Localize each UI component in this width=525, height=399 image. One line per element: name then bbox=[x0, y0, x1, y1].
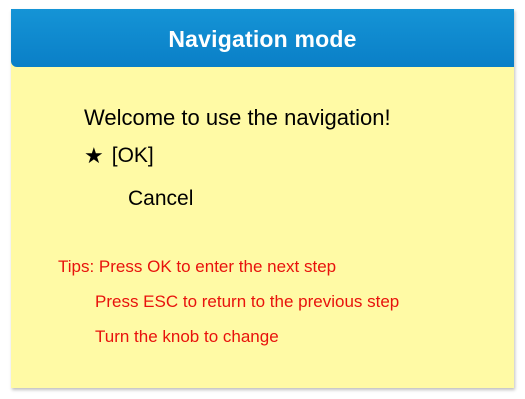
tip-line-ok: Tips: Press OK to enter the next step bbox=[58, 257, 337, 276]
tip-line-esc: Press ESC to return to the previous step bbox=[95, 292, 400, 311]
menu-item-ok-label: [OK] bbox=[111, 144, 154, 167]
menu-item-cancel-label: Cancel bbox=[128, 187, 194, 210]
menu-item-ok[interactable]: ★ [OK] bbox=[84, 144, 154, 168]
welcome-message: Welcome to use the navigation! bbox=[84, 105, 391, 130]
dialog-title: Navigation mode bbox=[168, 25, 357, 52]
dialog-header: Navigation mode bbox=[11, 9, 514, 67]
tip-line-knob: Turn the knob to change bbox=[95, 327, 279, 346]
star-icon: ★ bbox=[84, 143, 104, 168]
menu-item-cancel[interactable]: Cancel bbox=[128, 187, 193, 211]
navigation-dialog: Navigation mode Welcome to use the navig… bbox=[11, 9, 514, 388]
